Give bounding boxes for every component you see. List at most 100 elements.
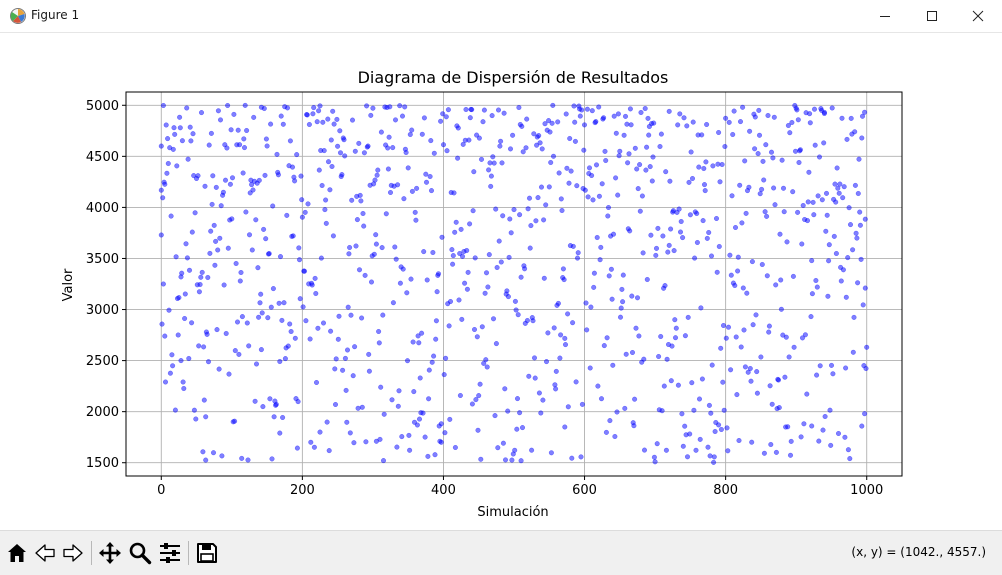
scatter-point: [766, 329, 772, 335]
scatter-point: [245, 457, 251, 463]
scatter-point: [193, 416, 199, 422]
save-button[interactable]: [194, 540, 220, 566]
scatter-point: [493, 206, 499, 212]
scatter-point: [395, 182, 401, 188]
scatter-point: [758, 354, 764, 360]
scatter-point: [316, 108, 322, 114]
scatter-point: [443, 114, 449, 120]
scatter-point: [388, 189, 394, 195]
scatter-point: [226, 371, 232, 377]
scatter-point: [220, 189, 226, 195]
scatter-point: [502, 386, 508, 392]
scatter-point: [528, 223, 534, 229]
scatter-point: [491, 316, 497, 322]
scatter-point: [295, 399, 301, 405]
zoom-button[interactable]: [127, 540, 153, 566]
configure-subplots-button[interactable]: [157, 540, 183, 566]
y-tick-label: 2000: [86, 405, 119, 420]
scatter-point: [469, 107, 475, 113]
scatter-point: [527, 245, 533, 251]
scatter-point: [344, 419, 350, 425]
scatter-point: [392, 244, 398, 250]
data-points: [158, 102, 870, 465]
scatter-point: [516, 104, 522, 110]
scatter-point: [862, 216, 868, 222]
scatter-point: [707, 453, 713, 459]
scatter-point: [350, 117, 356, 123]
scatter-point: [257, 300, 263, 306]
scatter-point: [682, 333, 688, 339]
figure-canvas[interactable]: Diagrama de Dispersión de Resultados 0 20…: [0, 33, 1002, 530]
scatter-point: [296, 245, 302, 251]
scatter-point: [710, 163, 716, 169]
scatter-point: [198, 274, 204, 280]
maximize-button[interactable]: [909, 0, 955, 32]
scatter-point: [510, 132, 516, 138]
scatter-point: [726, 119, 732, 125]
x-axis-label: Simulación: [477, 505, 548, 520]
scatter-point: [393, 117, 399, 123]
scatter-point: [628, 122, 634, 128]
scatter-point: [438, 118, 444, 124]
scatter-point: [860, 302, 866, 308]
minimize-button[interactable]: [862, 0, 908, 32]
scatter-point: [632, 145, 638, 151]
scatter-point: [354, 217, 360, 223]
scatter-point: [640, 250, 646, 256]
scatter-point: [281, 300, 287, 306]
y-tick-label: 3500: [86, 252, 119, 267]
scatter-point: [493, 341, 499, 347]
scatter-point: [405, 358, 411, 364]
scatter-point: [524, 318, 530, 324]
scatter-point: [364, 103, 370, 109]
scatter-point: [366, 351, 372, 357]
scatter-point: [654, 441, 660, 447]
scatter-point: [597, 257, 603, 263]
scatter-point: [477, 381, 483, 387]
scatter-point: [718, 345, 724, 351]
home-button[interactable]: [4, 540, 30, 566]
scatter-point: [366, 368, 372, 374]
scatter-point: [229, 216, 235, 222]
scatter-point: [237, 278, 243, 284]
scatter-point: [473, 397, 479, 403]
scatter-point: [579, 107, 585, 113]
scatter-point: [575, 255, 581, 261]
scatter-point: [620, 299, 626, 305]
scatter-point: [827, 407, 833, 413]
scatter-point: [351, 440, 357, 446]
scatter-point: [284, 212, 290, 218]
scatter-point: [698, 305, 704, 311]
scatter-point: [847, 456, 853, 462]
scatter-point: [699, 132, 705, 138]
scatter-point: [556, 170, 562, 176]
scatter-point: [189, 229, 195, 235]
forward-button[interactable]: [60, 540, 86, 566]
scatter-point: [829, 362, 835, 368]
scatter-point: [608, 266, 614, 272]
scatter-point: [750, 322, 756, 328]
scatter-point: [566, 180, 572, 186]
scatter-point: [831, 233, 837, 239]
scatter-point: [165, 136, 171, 142]
back-button[interactable]: [32, 540, 58, 566]
close-button[interactable]: [955, 0, 1001, 32]
scatter-point: [450, 261, 456, 267]
scatter-point: [601, 343, 607, 349]
pan-button[interactable]: [97, 540, 123, 566]
scatter-point: [208, 130, 214, 136]
scatter-point: [790, 189, 796, 195]
scatter-point: [335, 143, 341, 149]
x-tick-label: 1000: [850, 483, 883, 498]
scatter-point: [769, 401, 775, 407]
scatter-point: [766, 323, 772, 329]
scatter-point: [186, 267, 192, 273]
scatter-point: [727, 252, 733, 258]
scatter-point: [550, 102, 556, 108]
cursor-coordinates: (x, y) = (1042., 4557.): [851, 545, 986, 559]
scatter-point: [204, 331, 210, 337]
scatter-point: [244, 320, 250, 326]
scatter-point: [174, 163, 180, 169]
scatter-point: [759, 261, 765, 267]
scatter-point: [618, 314, 624, 320]
